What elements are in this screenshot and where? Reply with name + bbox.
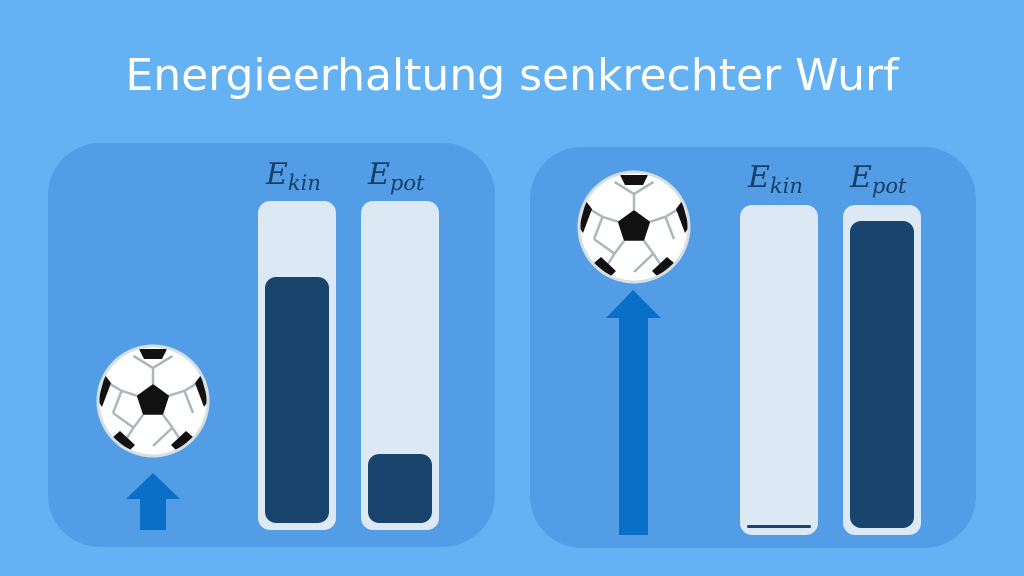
soccer-ball-icon xyxy=(96,344,210,458)
balls-layer xyxy=(96,170,691,458)
soccer-ball-icon xyxy=(577,170,691,284)
